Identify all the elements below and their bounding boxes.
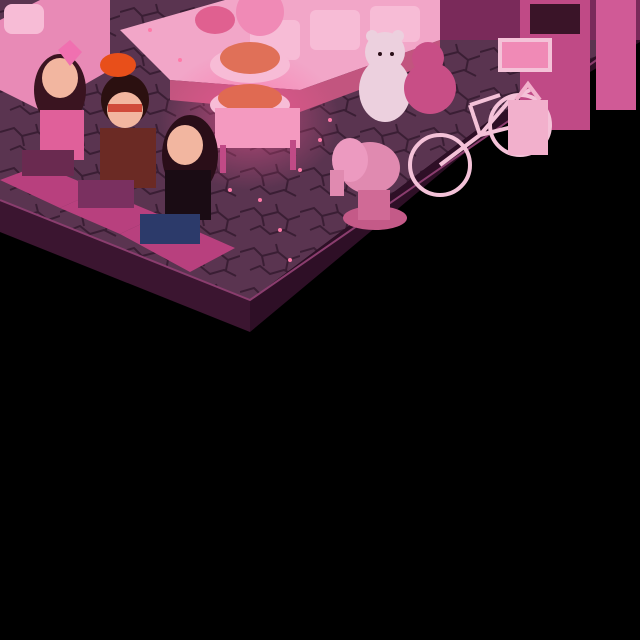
wall-cabinet[interactable] [596,0,636,110]
game-room-view[interactable] [0,0,640,640]
room-scene [0,0,640,332]
pink-teddy-bear[interactable] [359,30,411,122]
arcade-screen [530,4,580,34]
